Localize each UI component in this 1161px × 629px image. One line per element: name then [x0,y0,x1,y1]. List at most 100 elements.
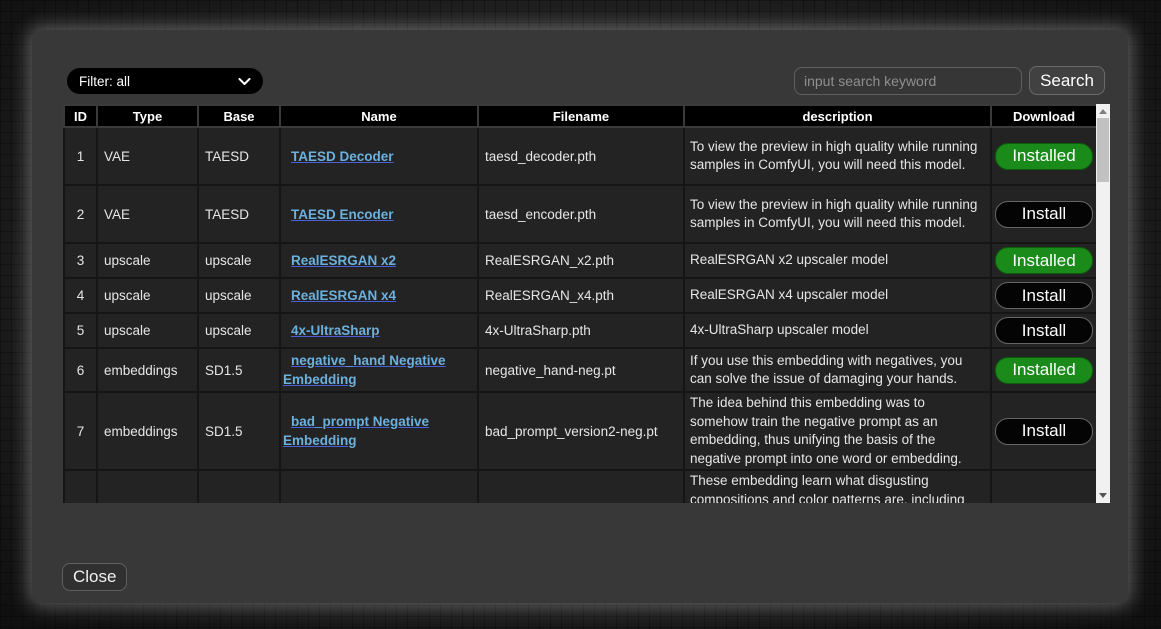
comfyui-canvas-background: Filter: all Search IDTypeBaseNameFilenam… [0,0,1161,629]
search-input[interactable] [794,67,1022,95]
cell-type [97,470,198,503]
search-button[interactable]: Search [1029,66,1105,95]
cell-name: TAESD Decoder [280,127,478,185]
cell-base: upscale [198,313,280,348]
cell-filename [478,470,684,503]
model-name-link[interactable]: negative_hand Negative Embedding [283,353,446,387]
cell-id: 7 [64,392,97,470]
cell-filename: bad_prompt_version2-neg.pt [478,392,684,470]
table-row: 5 upscale upscale 4x-UltraSharp 4x-Ultra… [64,313,1096,348]
model-name-link[interactable]: TAESD Encoder [291,207,394,222]
cell-base: TAESD [198,185,280,243]
table-row: 1 VAE TAESD TAESD Decoder taesd_decoder.… [64,127,1096,185]
cell-base: upscale [198,278,280,313]
cell-description: RealESRGAN x2 upscaler model [684,243,991,278]
cell-filename: taesd_decoder.pth [478,127,684,185]
cell-download: Installed [991,243,1096,278]
cell-type: upscale [97,278,198,313]
cell-name: RealESRGAN x2 [280,243,478,278]
scrollbar-down-arrow-icon[interactable] [1099,493,1107,498]
cell-base: SD1.5 [198,348,280,392]
model-name-link[interactable]: TAESD Decoder [291,149,394,164]
cell-download: Install [991,185,1096,243]
cell-description: The idea behind this embedding was to so… [684,392,991,470]
model-name-link[interactable]: bad_prompt Negative Embedding [283,414,429,448]
cell-type: embeddings [97,348,198,392]
cell-filename: RealESRGAN_x4.pth [478,278,684,313]
column-header: Type [97,105,198,127]
cell-id: 1 [64,127,97,185]
table-row: 4 upscale upscale RealESRGAN x4 RealESRG… [64,278,1096,313]
model-name-link[interactable]: 4x-UltraSharp [291,323,380,338]
cell-download [991,470,1096,503]
chevron-down-icon [238,74,251,89]
model-name-link[interactable]: RealESRGAN x2 [291,253,396,268]
table-row: 3 upscale upscale RealESRGAN x2 RealESRG… [64,243,1096,278]
installed-button[interactable]: Installed [995,357,1093,384]
table-scrollbar[interactable] [1096,104,1110,503]
scrollbar-thumb[interactable] [1097,118,1109,182]
cell-download: Install [991,392,1096,470]
install-button[interactable]: Install [995,418,1093,445]
filter-select[interactable]: Filter: all [67,68,263,94]
column-header: description [684,105,991,127]
cell-base [198,470,280,503]
cell-id [64,470,97,503]
cell-id: 4 [64,278,97,313]
cell-filename: RealESRGAN_x2.pth [478,243,684,278]
cell-name: 4x-UltraSharp [280,313,478,348]
scrollbar-up-arrow-icon[interactable] [1099,109,1107,114]
table-row: 7 embeddings SD1.5 bad_prompt Negative E… [64,392,1096,470]
cell-download: Installed [991,127,1096,185]
cell-type: VAE [97,185,198,243]
cell-description: RealESRGAN x4 upscaler model [684,278,991,313]
cell-type: upscale [97,313,198,348]
column-header: ID [64,105,97,127]
cell-description: 4x-UltraSharp upscaler model [684,313,991,348]
install-button[interactable]: Install [995,317,1093,344]
cell-filename: negative_hand-neg.pt [478,348,684,392]
model-table-container: IDTypeBaseNameFilenamedescriptionDownloa… [63,104,1096,503]
column-header: Name [280,105,478,127]
close-button[interactable]: Close [62,563,127,591]
cell-filename: 4x-UltraSharp.pth [478,313,684,348]
install-button[interactable]: Install [995,201,1093,228]
cell-name: TAESD Encoder [280,185,478,243]
cell-base: SD1.5 [198,392,280,470]
table-row: 6 embeddings SD1.5 negative_hand Negativ… [64,348,1096,392]
installed-button[interactable]: Installed [995,247,1093,274]
cell-description: To view the preview in high quality whil… [684,185,991,243]
cell-id: 5 [64,313,97,348]
cell-type: embeddings [97,392,198,470]
model-name-link[interactable]: RealESRGAN x4 [291,288,396,303]
cell-type: upscale [97,243,198,278]
cell-name [280,470,478,503]
cell-name: bad_prompt Negative Embedding [280,392,478,470]
install-button[interactable]: Install [995,282,1093,309]
cell-description: To view the preview in high quality whil… [684,127,991,185]
cell-id: 3 [64,243,97,278]
cell-filename: taesd_encoder.pth [478,185,684,243]
cell-description: If you use this embedding with negatives… [684,348,991,392]
installed-button[interactable]: Installed [995,143,1093,170]
cell-download: Installed [991,348,1096,392]
column-header: Download [991,105,1096,127]
table-header-row: IDTypeBaseNameFilenamedescriptionDownloa… [64,105,1096,127]
cell-id: 6 [64,348,97,392]
table-row: 2 VAE TAESD TAESD Encoder taesd_encoder.… [64,185,1096,243]
model-table-body: 1 VAE TAESD TAESD Decoder taesd_decoder.… [64,127,1096,503]
cell-name: negative_hand Negative Embedding [280,348,478,392]
cell-description: These embedding learn what disgusting co… [684,470,991,503]
cell-name: RealESRGAN x4 [280,278,478,313]
cell-id: 2 [64,185,97,243]
column-header: Filename [478,105,684,127]
table-row: These embedding learn what disgusting co… [64,470,1096,503]
cell-download: Install [991,313,1096,348]
filter-select-value: Filter: all [79,74,130,89]
model-table: IDTypeBaseNameFilenamedescriptionDownloa… [63,104,1096,503]
cell-type: VAE [97,127,198,185]
cell-base: TAESD [198,127,280,185]
model-install-dialog: Filter: all Search IDTypeBaseNameFilenam… [32,30,1128,603]
cell-base: upscale [198,243,280,278]
column-header: Base [198,105,280,127]
